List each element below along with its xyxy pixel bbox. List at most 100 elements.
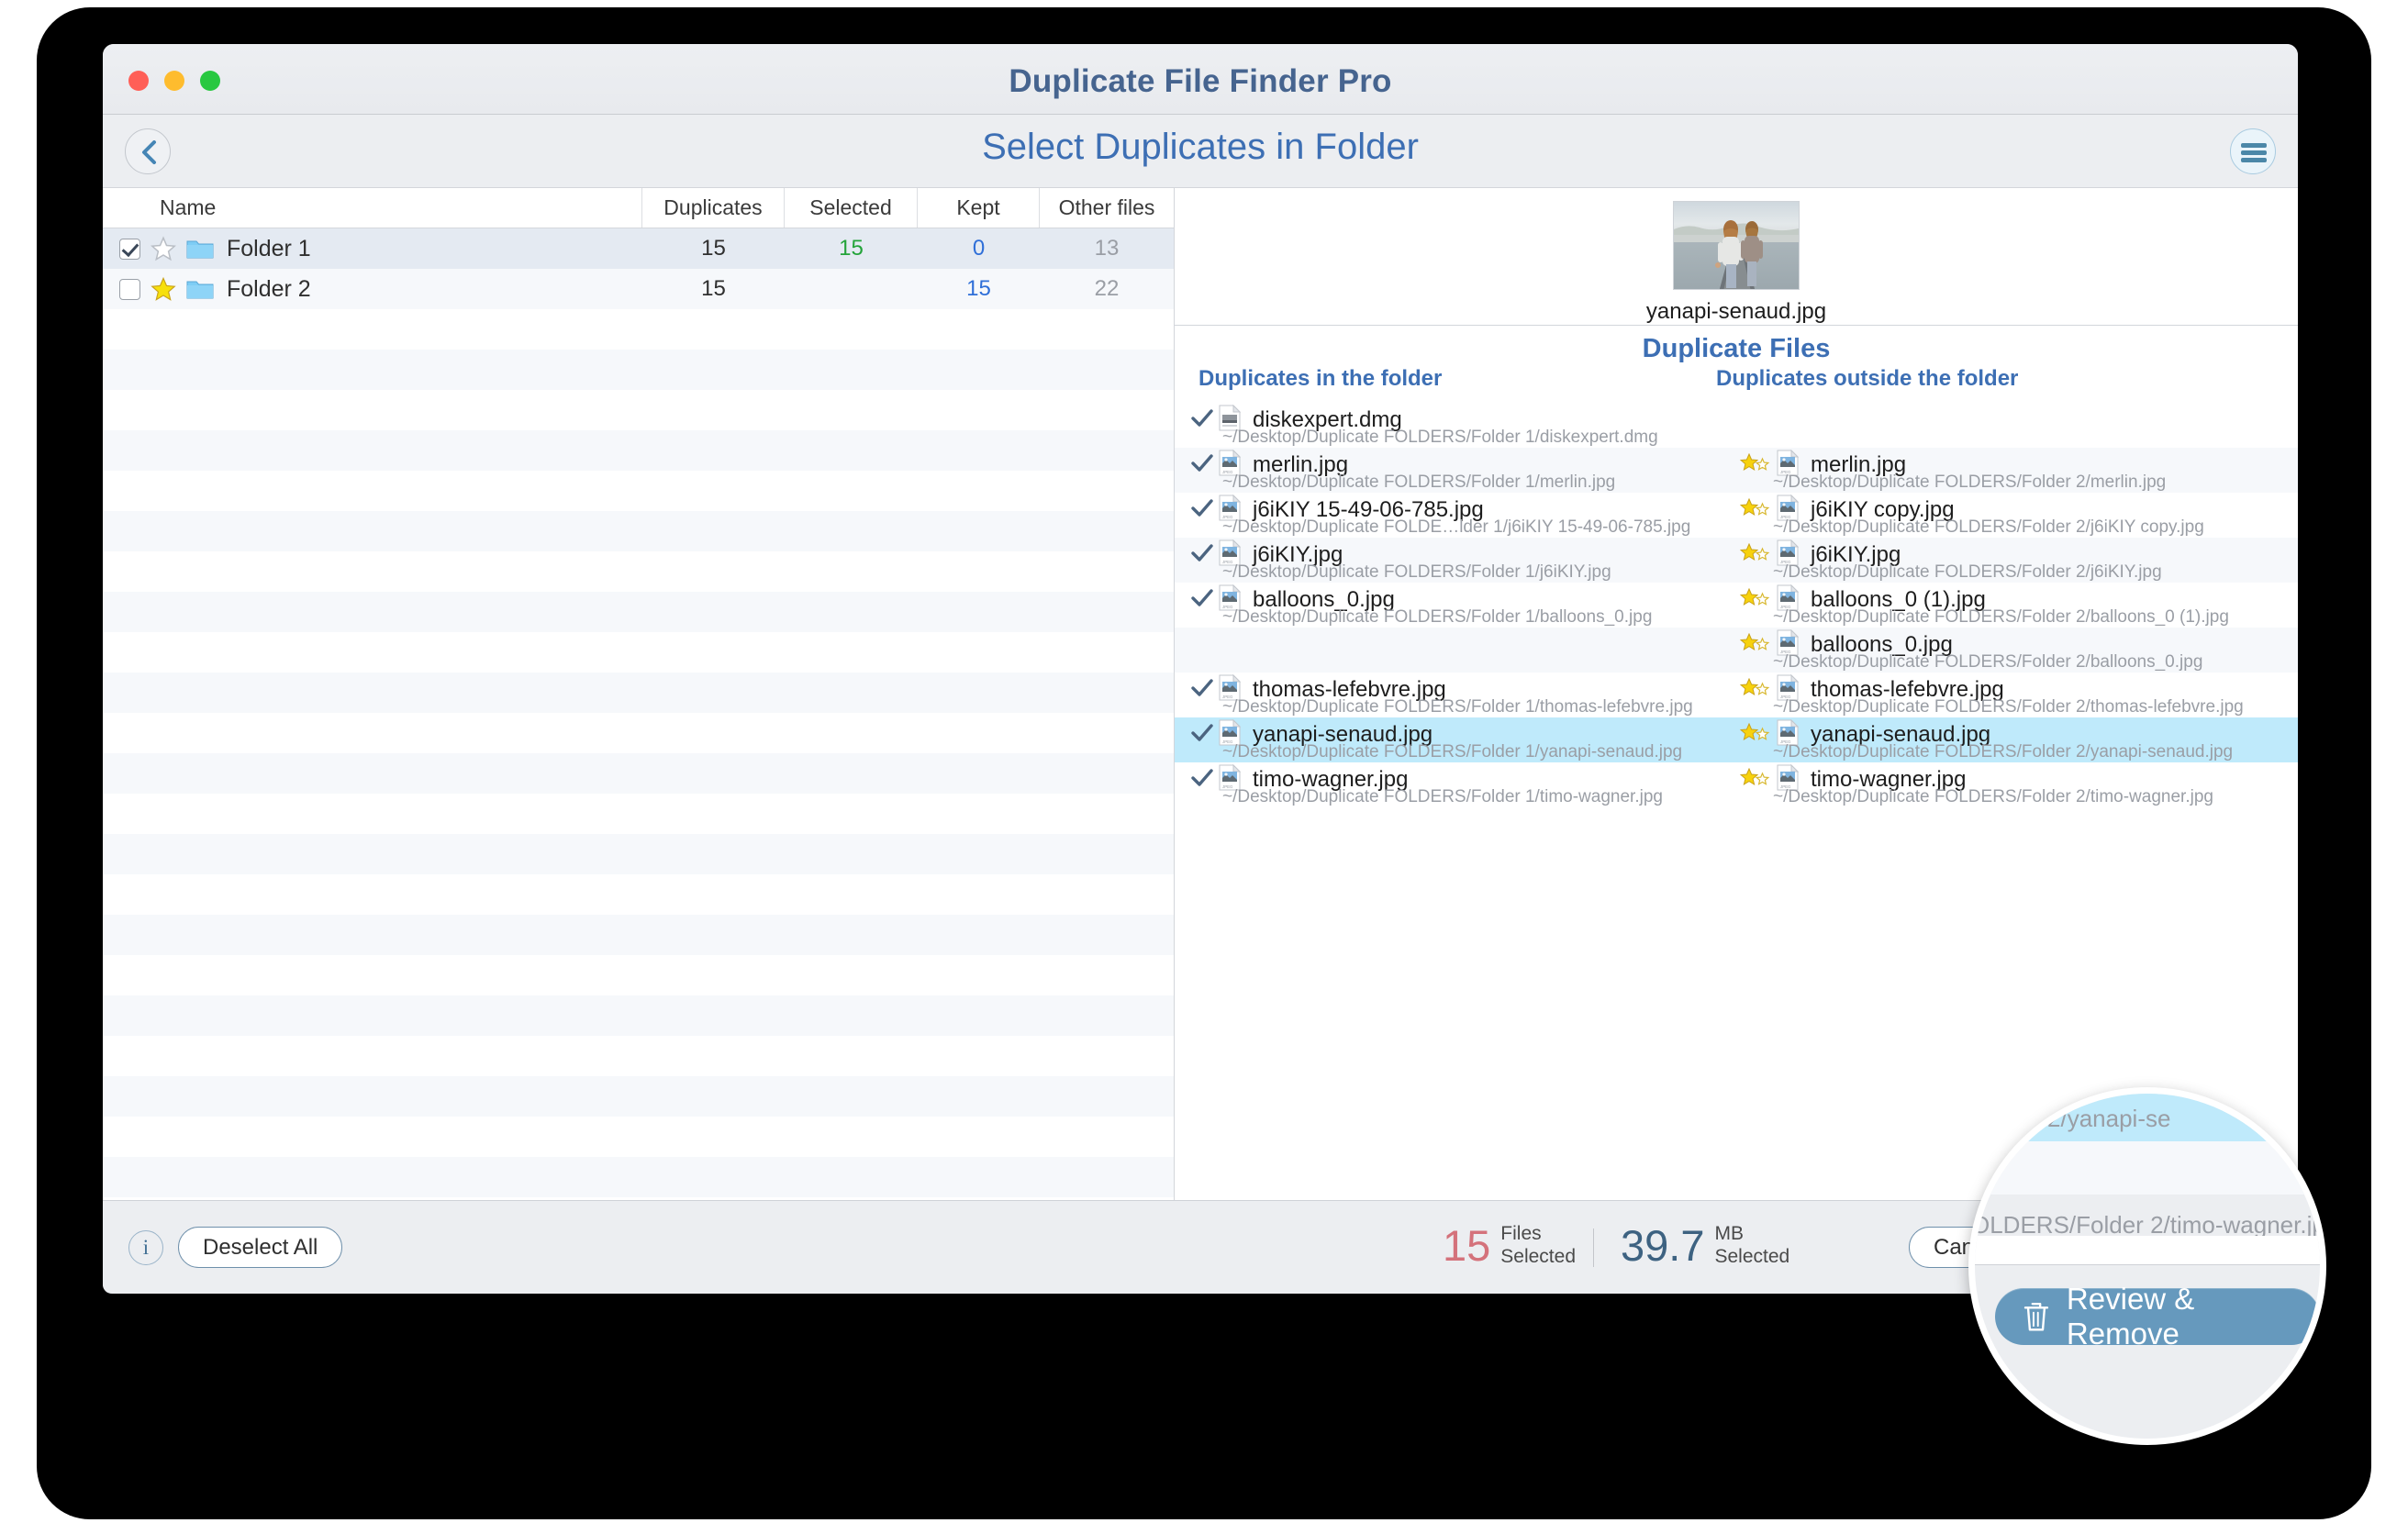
stat-divider [1593, 1228, 1594, 1267]
title-bar: Duplicate File Finder Pro [103, 44, 2298, 115]
folder-row-empty [103, 915, 1174, 955]
duplicate-in-folder-cell: JPEG merlin.jpg ~/Desktop/Duplicate FOLDER… [1175, 448, 1716, 493]
duplicate-outside-folder-cell [1716, 403, 2258, 448]
folder-row-empty [103, 995, 1174, 1036]
double-star-icon[interactable] [1739, 677, 1773, 703]
duplicate-row[interactable]: JPEG j6iKIY 15-49-06-785.jpg ~/Desktop/Dup… [1175, 493, 2298, 538]
magnifier-callout: older 2/yanapi-se OLDERS/Folder 2/timo-w… [1968, 1087, 2326, 1445]
duplicate-file-path: ~/Desktop/Duplicate FOLDERS/Folder 1/dis… [1222, 428, 1658, 447]
deselect-all-button[interactable]: Deselect All [178, 1227, 343, 1268]
files-selected-count: 15 [1443, 1221, 1491, 1271]
folder-checkbox[interactable] [119, 278, 140, 300]
folder-row-empty [103, 1036, 1174, 1076]
duplicate-row[interactable]: JPEG merlin.jpg ~/Desktop/Duplicate FOLDER… [1175, 448, 2298, 493]
double-star-icon[interactable] [1739, 587, 1773, 613]
duplicate-files-title: Duplicate Files [1642, 334, 1831, 363]
duplicate-in-folder-cell [1175, 628, 1716, 673]
duplicate-row[interactable]: JPEG balloons_0.jpg ~/Desktop/Duplicate FO… [1175, 583, 2298, 628]
duplicate-row[interactable]: diskexpert.dmg ~/Desktop/Duplicate FOLDER… [1175, 403, 2298, 448]
double-star-icon[interactable] [1739, 542, 1773, 568]
duplicate-row-empty [1175, 807, 2298, 852]
folder-row-empty [103, 350, 1174, 390]
duplicate-row[interactable]: JPEG yanapi-senaud.jpg ~/Desktop/Duplicate… [1175, 717, 2298, 762]
file-checkmark-icon[interactable] [1191, 723, 1215, 748]
double-star-icon[interactable] [1739, 632, 1773, 658]
folder-table-header: Name Duplicates Selected Kept Other file… [103, 188, 1174, 228]
folder-duplicates-count: 15 [701, 236, 726, 261]
duplicates-in-folder-label: Duplicates in the folder [1198, 366, 1443, 391]
duplicate-file-path: ~/Desktop/Duplicate FOLDERS/Folder 1/tho… [1222, 697, 1693, 717]
duplicates-pane: yanapi-senaud.jpg Duplicate Files Duplic… [1175, 188, 2298, 1200]
hamburger-menu-icon[interactable] [2230, 128, 2276, 174]
magnified-row-band [1975, 1141, 2320, 1195]
page-title: Select Duplicates in Folder [982, 127, 1419, 167]
star-outline-icon[interactable] [150, 236, 176, 261]
duplicate-outside-folder-cell: JPEG yanapi-senaud.jpg ~/Desktop/Duplicate… [1716, 717, 2258, 762]
folder-checkbox[interactable] [119, 238, 140, 260]
folder-row-empty [103, 713, 1174, 753]
duplicate-file-path: ~/Desktop/Duplicate FOLDERS/Folder 2/j6i… [1773, 562, 2162, 582]
trash-icon [2023, 1302, 2049, 1330]
double-star-icon[interactable] [1739, 722, 1773, 748]
folder-name-label: Folder 1 [227, 235, 311, 261]
folder-other-files-count: 22 [1094, 276, 1120, 301]
folder-row-empty [103, 874, 1174, 915]
duplicate-file-path: ~/Desktop/Duplicate FOLDERS/Folder 2/bal… [1773, 652, 2203, 672]
star-filled-icon[interactable] [150, 276, 176, 302]
folder-list-pane: Name Duplicates Selected Kept Other file… [103, 188, 1175, 1278]
column-header-kept[interactable]: Kept [918, 188, 1040, 228]
two-women-walking-on-pier-photo [1674, 202, 1799, 289]
folder-row-empty [103, 673, 1174, 713]
folder-duplicates-count: 15 [701, 276, 726, 301]
folder-row-empty [103, 551, 1174, 592]
column-header-duplicates[interactable]: Duplicates [642, 188, 785, 228]
duplicate-outside-folder-cell: JPEG j6iKIY.jpg ~/Desktop/Duplicate FOLDER… [1716, 538, 2258, 583]
magnified-path-top: older 2/yanapi-se [1988, 1105, 2171, 1132]
folder-row-empty [103, 309, 1174, 350]
file-preview: yanapi-senaud.jpg [1175, 188, 2298, 326]
app-title: Duplicate File Finder Pro [1009, 63, 1392, 99]
duplicate-row[interactable]: JPEG timo-wagner.jpg ~/Desktop/Duplicate F… [1175, 762, 2298, 807]
duplicate-in-folder-cell: JPEG thomas-lefebvre.jpg ~/Desktop/Duplica… [1175, 673, 1716, 717]
files-selected-label-2: Selected [1500, 1245, 1577, 1267]
double-star-icon[interactable] [1739, 452, 1773, 478]
menu-line [2241, 150, 2267, 155]
file-checkmark-icon[interactable] [1191, 768, 1215, 793]
duplicate-row[interactable]: JPEG j6iKIY.jpg ~/Desktop/Duplicate FOLDER… [1175, 538, 2298, 583]
duplicate-row[interactable]: JPEG balloons_0.jpg ~/Desktop/Duplicate FO… [1175, 628, 2298, 673]
column-header-name[interactable]: Name [103, 188, 642, 228]
duplicate-outside-folder-cell: JPEG j6iKIY copy.jpg ~/Desktop/Duplicate F… [1716, 493, 2258, 538]
file-checkmark-icon[interactable] [1191, 588, 1215, 613]
duplicate-outside-folder-cell: JPEG thomas-lefebvre.jpg ~/Desktop/Duplica… [1716, 673, 2258, 717]
duplicate-row[interactable]: JPEG thomas-lefebvre.jpg ~/Desktop/Duplica… [1175, 673, 2298, 717]
duplicate-in-folder-cell: JPEG yanapi-senaud.jpg ~/Desktop/Duplicate… [1175, 717, 1716, 762]
file-checkmark-icon[interactable] [1191, 543, 1215, 568]
folder-rows: Folder 1 15 15 0 13 Folder 2 15 15 22 [103, 228, 1174, 1278]
double-star-icon[interactable] [1739, 767, 1773, 793]
folder-row[interactable]: Folder 2 15 15 22 [103, 269, 1174, 309]
info-icon[interactable]: i [128, 1230, 163, 1265]
size-selected-label-2: Selected [1714, 1245, 1790, 1267]
magnified-review-and-remove-button[interactable]: Review & Remove [1995, 1282, 2320, 1351]
file-checkmark-icon[interactable] [1191, 498, 1215, 523]
file-checkmark-icon[interactable] [1191, 408, 1215, 433]
file-checkmark-icon[interactable] [1191, 453, 1215, 478]
folder-row[interactable]: Folder 1 15 15 0 13 [103, 228, 1174, 269]
folder-kept-count: 0 [972, 236, 986, 261]
double-star-icon[interactable] [1739, 497, 1773, 523]
duplicate-in-folder-cell: diskexpert.dmg ~/Desktop/Duplicate FOLDER… [1175, 403, 1716, 448]
column-header-other-files[interactable]: Other files [1040, 188, 1174, 228]
magnified-row-band [1975, 1236, 2320, 1264]
duplicate-file-list: diskexpert.dmg ~/Desktop/Duplicate FOLDER… [1175, 403, 2298, 852]
file-checkmark-icon[interactable] [1191, 678, 1215, 703]
menu-line [2241, 158, 2267, 162]
app-window: Duplicate File Finder Pro Select Duplica… [103, 44, 2298, 1294]
duplicate-file-path: ~/Desktop/Duplicate FOLDERS/Folder 1/bal… [1222, 607, 1653, 627]
column-header-selected[interactable]: Selected [785, 188, 918, 228]
folder-name-label: Folder 2 [227, 275, 311, 302]
folder-row-empty [103, 511, 1174, 551]
preview-thumbnail[interactable] [1673, 201, 1800, 290]
duplicate-in-folder-cell: JPEG balloons_0.jpg ~/Desktop/Duplicate FO… [1175, 583, 1716, 628]
duplicate-outside-folder-cell: JPEG timo-wagner.jpg ~/Desktop/Duplicate F… [1716, 762, 2258, 807]
duplicate-file-path: ~/Desktop/Duplicate FOLDERS/Folder 2/tho… [1773, 697, 2244, 717]
